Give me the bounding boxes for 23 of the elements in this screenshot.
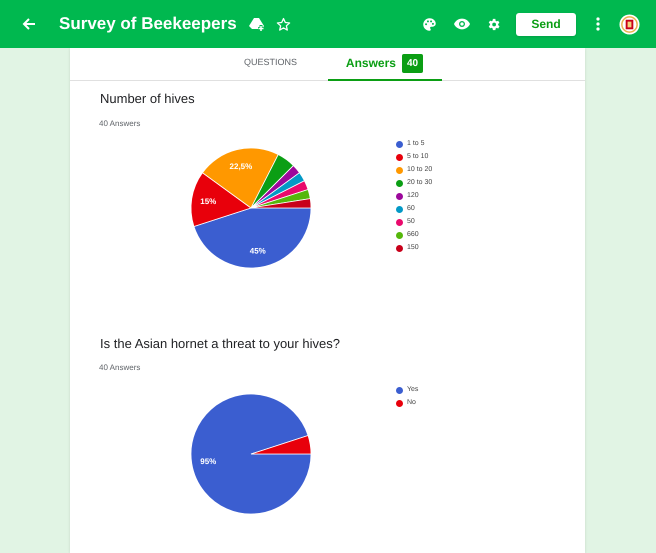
question-title: Number of hives (100, 90, 196, 108)
form-title: Survey of Beekeepers (59, 13, 237, 36)
tab-label: Answers (346, 55, 396, 72)
slice-label: 45% (250, 246, 266, 256)
eye-icon[interactable] (454, 18, 470, 30)
settings-icon[interactable] (486, 16, 501, 32)
star-icon[interactable] (276, 16, 291, 32)
answer-count: 40 Answers (99, 118, 142, 130)
tab[interactable]: Answers 40 (328, 47, 442, 81)
slice-label: 22,5% (230, 162, 252, 170)
palette-icon[interactable] (422, 16, 437, 32)
question-title: Is the Asian hornet a threat to your hives? (100, 334, 341, 353)
more-icon[interactable] (596, 17, 600, 31)
answer-count: 40 Answers (99, 362, 142, 374)
slice-label: 95% (200, 456, 216, 466)
tab-label: QUESTIONS (244, 56, 297, 70)
drive-add-icon[interactable] (248, 16, 265, 32)
answer-count-badge: 40 (402, 54, 424, 72)
back-icon[interactable] (22, 17, 36, 31)
avatar-icon[interactable] (619, 14, 640, 34)
send-button[interactable]: Send (516, 12, 576, 36)
tab[interactable]: QUESTIONS (214, 47, 328, 81)
slice-label: 15% (200, 196, 216, 206)
